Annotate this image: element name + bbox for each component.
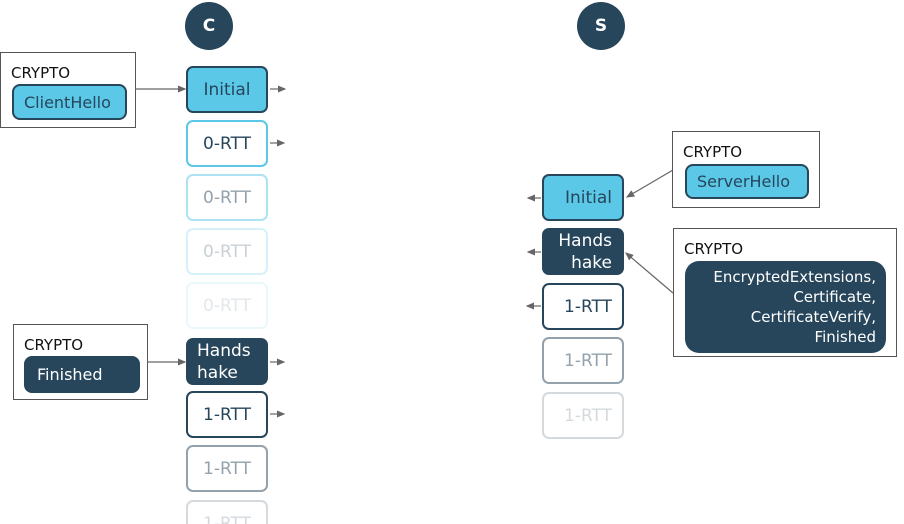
- quic-handshake-diagram: C S Initial 0-RTT 0-RTT 0-RTT 0-RTT Hands hak…: [0, 0, 904, 524]
- arrows: [135, 85, 674, 418]
- arrow-serverhello-to-initial: [625, 169, 674, 198]
- arrow-crypto-to-handshake: [625, 252, 674, 294]
